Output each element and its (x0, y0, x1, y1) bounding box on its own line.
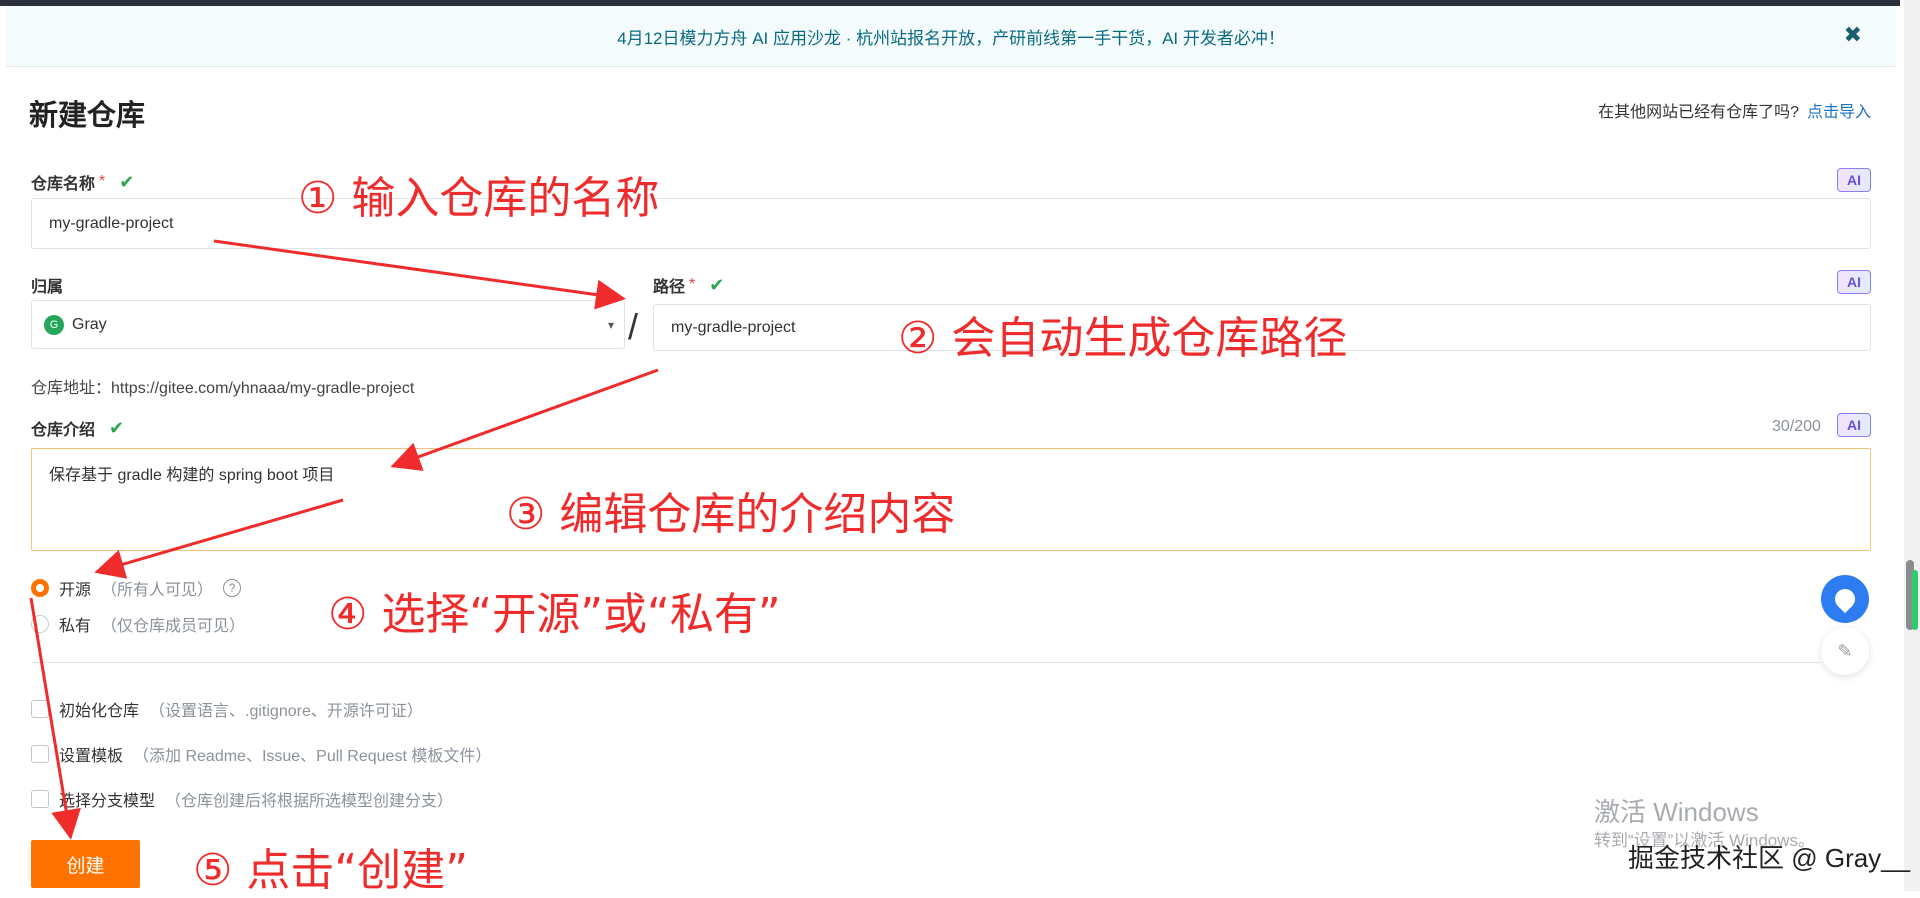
annotation-step-5: ⑤ 点击“创建” (193, 845, 469, 896)
credit-watermark: 掘金技术社区 @ Gray__ (1628, 843, 1911, 873)
arrow-4 (29, 597, 81, 840)
arrow-1 (213, 239, 626, 310)
annotation-step-3: ③ 编辑仓库的介绍内容 (506, 489, 956, 540)
arrow-3 (94, 498, 344, 579)
annotation-step-1: ① 输入仓库的名称 (298, 173, 660, 224)
arrow-2 (390, 368, 659, 471)
annotation-arrows (29, 239, 659, 840)
annotation-step-2: ② 会自动生成仓库路径 (898, 313, 1348, 364)
annotation-step-4: ④ 选择“开源”或“私有” (328, 589, 781, 640)
windows-watermark: 激活 Windows (1594, 797, 1759, 827)
